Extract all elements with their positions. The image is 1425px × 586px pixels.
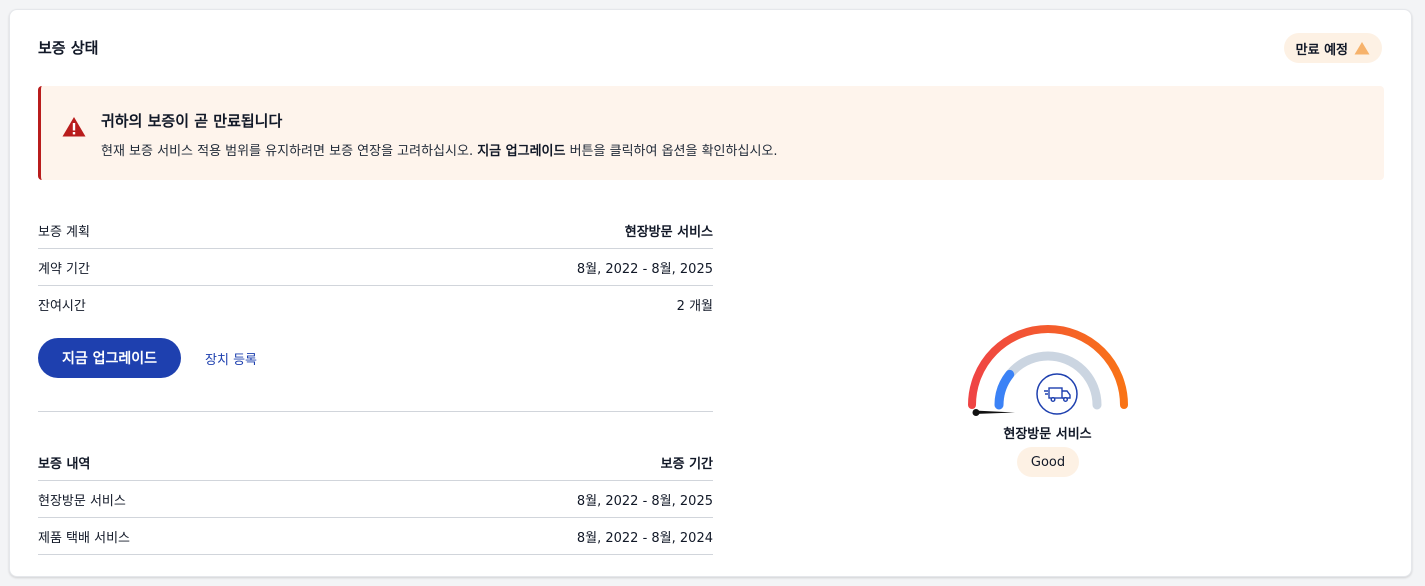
upgrade-now-button[interactable]: 지금 업그레이드 xyxy=(38,338,182,378)
rating-badge: Good xyxy=(1017,447,1079,477)
gauge-needle xyxy=(972,409,1015,416)
gauge-label: 현장방문 서비스 xyxy=(1003,427,1092,442)
action-bar: 지금 업그레이드 장치 등록 xyxy=(38,338,257,378)
row-label: 계약 기간 xyxy=(38,261,90,277)
warranty-gauge: 현장방문 서비스 Good xyxy=(955,310,1140,500)
warning-triangle-icon xyxy=(1354,42,1370,55)
gauge-svg xyxy=(968,325,1128,416)
row-value: 8월, 2022 - 8월, 2025 xyxy=(576,493,713,509)
row-value: 8월, 2022 - 8월, 2024 xyxy=(576,530,713,546)
column-header-period: 보증 기간 xyxy=(660,456,713,472)
card-title: 보증 상태 xyxy=(38,39,99,57)
warranty-status-card: 보증 상태 만료 예정 귀하의 보증이 곧 만료됩니다 현재 보증 서비스 적용… xyxy=(9,9,1412,577)
column-header-coverage: 보증 내역 xyxy=(38,456,91,472)
alert-warning-icon xyxy=(62,117,86,137)
alert-text-bold: 지금 업그레이드 xyxy=(477,144,566,159)
alert-text-2: 버튼을 클릭하여 옵션을 확인하십시오. xyxy=(565,144,778,159)
warranty-plan-table: 보증 계획 현장방문 서비스 계약 기간 8월, 2022 - 8월, 2025… xyxy=(38,212,713,323)
row-value: 8월, 2022 - 8월, 2025 xyxy=(576,261,713,277)
table-row: 계약 기간 8월, 2022 - 8월, 2025 xyxy=(38,249,713,286)
table-row: 제품 택배 서비스 8월, 2022 - 8월, 2024 xyxy=(38,518,713,555)
table-header-row: 보증 내역 보증 기간 xyxy=(38,444,713,481)
status-badge: 만료 예정 xyxy=(1283,33,1382,63)
expiry-alert: 귀하의 보증이 곧 만료됩니다 현재 보증 서비스 적용 범위를 유지하려면 보… xyxy=(38,86,1384,180)
row-label: 제품 택배 서비스 xyxy=(38,530,130,546)
row-label: 잔여시간 xyxy=(38,299,86,314)
row-value: 2 개월 xyxy=(676,299,713,314)
alert-message: 현재 보증 서비스 적용 범위를 유지하려면 보증 연장을 고려하십시오. 지금… xyxy=(101,142,778,162)
gauge-center-circle xyxy=(1036,373,1078,415)
table-row: 보증 계획 현장방문 서비스 xyxy=(38,212,713,249)
warranty-history-table: 보증 내역 보증 기간 현장방문 서비스 8월, 2022 - 8월, 2025… xyxy=(38,444,713,555)
row-label: 보증 계획 xyxy=(38,224,90,240)
table-row: 현장방문 서비스 8월, 2022 - 8월, 2025 xyxy=(38,481,713,518)
alert-title: 귀하의 보증이 곧 만료됩니다 xyxy=(101,112,283,130)
status-badge-label: 만료 예정 xyxy=(1295,42,1348,58)
register-device-link[interactable]: 장치 등록 xyxy=(205,349,257,368)
section-divider xyxy=(38,411,713,412)
row-value: 현장방문 서비스 xyxy=(624,224,713,240)
gauge-inner-fill xyxy=(994,369,1015,410)
alert-text-1: 현재 보증 서비스 적용 범위를 유지하려면 보증 연장을 고려하십시오. xyxy=(101,144,478,159)
row-label: 현장방문 서비스 xyxy=(38,493,126,509)
table-row: 잔여시간 2 개월 xyxy=(38,286,713,323)
